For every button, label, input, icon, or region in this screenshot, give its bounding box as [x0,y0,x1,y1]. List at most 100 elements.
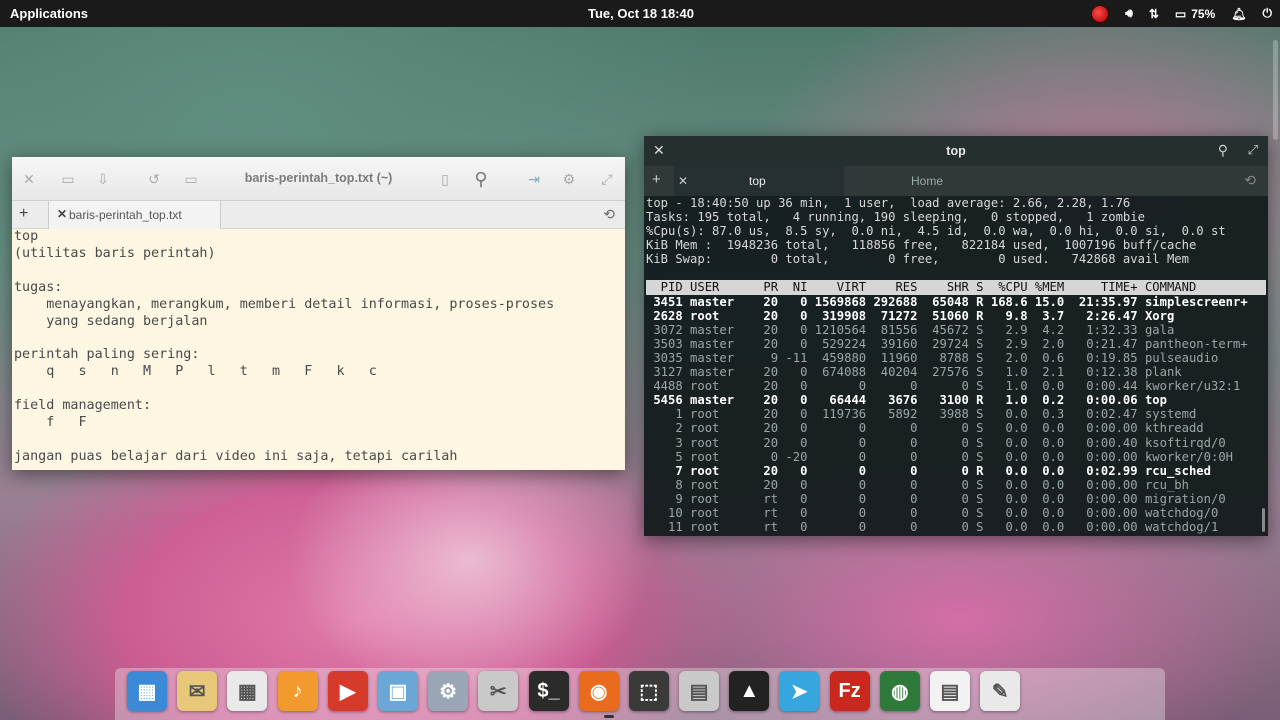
process-row: 1 root 20 0 119736 5892 3988 S 0.0 0.3 0… [646,407,1197,422]
desktop-edge-scrollbar [1273,40,1278,140]
bell-icon: 🔔︎ [1231,6,1247,21]
firefox-icon[interactable]: ◉ [578,671,619,711]
battery-percent: 75% [1191,6,1216,21]
search-icon[interactable]: ⚲ [1218,142,1228,159]
process-row: 2 root 20 0 0 0 0 S 0.0 0.0 0:00.00 kthr… [646,421,1204,436]
new-tab-icon[interactable]: + [652,171,661,188]
new-tab-icon[interactable]: + [19,205,28,223]
top-summary-line: Tasks: 195 total, 4 running, 190 sleepin… [646,210,1145,225]
gear-icon[interactable]: ⚙ [558,168,580,190]
zoom-icon[interactable]: ▯ [434,168,456,190]
terminal-headerbar: ✕ top ⚲ ⤢ [644,136,1268,166]
multitasking-view-icon[interactable]: ▦ [127,671,167,711]
power-icon: ⏻ [1262,6,1273,20]
top-panel: Applications Tue, Oct 18 18:40 🔊︎ ⇅ ▭ 75%… [0,0,1280,27]
editor-line: jangan puas belajar dari video ini saja,… [14,448,458,464]
editor-text-area[interactable]: top (utilitas baris perintah) tugas: mena… [12,229,625,470]
filezilla-icon[interactable]: Fz [829,671,870,711]
editor-tab-label: baris-perintah_top.txt [69,208,182,222]
battery-icon: ▭ [1174,6,1187,21]
process-row: 3127 master 20 0 674088 40204 27576 S 1.… [646,365,1182,380]
process-row: 8 root 20 0 0 0 0 S 0.0 0.0 0:00.00 rcu_… [646,477,1189,492]
top-summary-line: KiB Swap: 0 total, 0 free, 0 used. 74286… [646,252,1189,267]
panel-clock[interactable]: Tue, Oct 18 18:40 [588,6,694,21]
editor-line: field management: [14,398,152,414]
editor-tab-bar: + ✕ baris-perintah_top.txt ⟲ [12,201,625,229]
terminal-tab-label: top [749,174,766,188]
calendar-icon[interactable]: ▦ [227,671,268,711]
editor-line: yang sedang berjalan [14,313,208,329]
top-summary-line: %Cpu(s): 87.0 us, 8.5 sy, 0.0 ni, 4.5 id… [646,224,1226,239]
process-row: 3072 master 20 0 1210564 81556 45672 S 2… [646,322,1175,337]
network-icon: ⇅ [1148,6,1159,21]
process-row: 3451 master 20 0 1569868 292688 65048 R … [646,294,1248,309]
share-icon[interactable]: ⇥ [523,168,545,190]
terminal-tab-top[interactable]: ✕ top [674,166,844,196]
process-row: 3503 master 20 0 529224 39160 29724 S 2.… [646,336,1248,351]
history-icon[interactable]: ⟲ [603,206,615,223]
top-summary-line: top - 18:40:50 up 36 min, 1 user, load a… [646,196,1131,210]
globe-icon[interactable]: ◍ [879,671,920,711]
process-row: 4488 root 20 0 0 0 0 S 1.0 0.0 0:00.44 k… [646,379,1241,394]
mail-icon[interactable]: ✉ [177,671,218,711]
record-indicator[interactable] [1091,4,1110,23]
tab-close-icon[interactable]: ✕ [678,174,688,188]
screen-capture-icon[interactable]: ⬚ [628,671,669,711]
terminal-scrollbar[interactable] [1262,508,1265,532]
process-row: 10 root rt 0 0 0 0 S 0.0 0.0 0:00.00 wat… [646,505,1219,520]
maximize-icon[interactable]: ⤢ [596,168,618,190]
terminal-output[interactable]: top - 18:40:50 up 36 min, 1 user, load a… [644,196,1268,534]
applications-menu[interactable]: Applications [10,6,88,21]
telegram-icon[interactable]: ➤ [779,671,820,711]
text-editor-window: ✕ ▭ ⇩ ↺ ▭ baris-perintah_top.txt (~) ▯ ⚲… [12,157,625,470]
terminal-running-indicator [604,715,614,718]
process-table-header: PID USER PR NI VIRT RES SHR S %CPU %MEM … [646,280,1266,295]
terminal-tab-bar: + ✕ top Home ⟲ [644,166,1268,196]
process-row: 5456 master 20 0 66444 3676 3100 R 1.0 0… [646,393,1167,408]
process-row: 11 root rt 0 0 0 0 S 0.0 0.0 0:00.00 wat… [646,520,1219,535]
photos-icon[interactable]: ▣ [377,671,418,711]
terminal-icon[interactable]: $_ [528,671,569,711]
text-editor-icon[interactable]: ✎ [980,671,1021,711]
videos-icon[interactable]: ▶ [327,671,368,711]
process-row: 3035 master 9 -11 459880 11960 8788 S 2.… [646,350,1219,365]
search-icon[interactable]: ⚲ [470,168,492,190]
process-row: 2628 root 20 0 319908 71272 51060 R 9.8 … [646,308,1175,323]
battery-indicator[interactable]: ▭ 75% [1175,7,1215,21]
notifications-indicator[interactable]: 🔔︎ [1231,7,1246,21]
sound-indicator[interactable]: 🔊︎ [1125,6,1133,21]
terminal-tab-home[interactable]: Home [844,166,1008,196]
terminal-window: ✕ top ⚲ ⤢ + ✕ top Home ⟲ top - 18:40:50 … [644,136,1268,536]
document-viewer-icon[interactable]: ▤ [930,671,970,711]
editor-line: perintah paling sering: [14,347,200,363]
process-row: 9 root rt 0 0 0 0 S 0.0 0.0 0:00.00 migr… [646,491,1226,506]
terminal-tab-label: Home [911,174,944,188]
network-indicator[interactable]: ⇅ [1149,7,1159,21]
record-icon [1091,4,1110,23]
music-icon[interactable]: ♪ [277,671,318,711]
process-row: 3 root 20 0 0 0 0 S 0.0 0.0 0:00.40 ksof… [646,435,1226,450]
editor-headerbar: ✕ ▭ ⇩ ↺ ▭ baris-perintah_top.txt (~) ▯ ⚲… [12,157,625,201]
settings-icon[interactable]: ⚙ [428,671,469,711]
editor-line: top [14,229,39,244]
maximize-icon[interactable]: ⤢ [1248,142,1258,158]
editor-tab[interactable]: ✕ baris-perintah_top.txt [48,201,221,229]
dock-items: ▦ ✉ ▦ ♪ ▶ ▣ ⚙ ✂ $_ ◉ ⬚ ▤ ▲ ➤ Fz ◍ ▤ ✎ [127,671,1021,719]
inkscape-icon[interactable]: ▲ [729,671,770,711]
process-row: 7 root 20 0 0 0 0 R 0.0 0.0 0:02.99 rcu_… [646,463,1211,478]
screenshot-scissors-icon[interactable]: ✂ [478,671,519,711]
terminal-window-title: top [946,144,966,158]
history-icon[interactable]: ⟲ [1244,172,1256,189]
top-summary-line: KiB Mem : 1948236 total, 118856 free, 82… [646,238,1197,253]
session-indicator[interactable]: ⏻ [1263,6,1273,21]
tab-close-icon[interactable]: ✕ [57,207,67,221]
editor-line: tugas: [14,279,63,295]
volume-icon: 🔊︎ [1125,6,1133,20]
editor-line: q s n M P l t m F k c [14,364,377,380]
files-icon[interactable]: ▤ [679,671,720,711]
